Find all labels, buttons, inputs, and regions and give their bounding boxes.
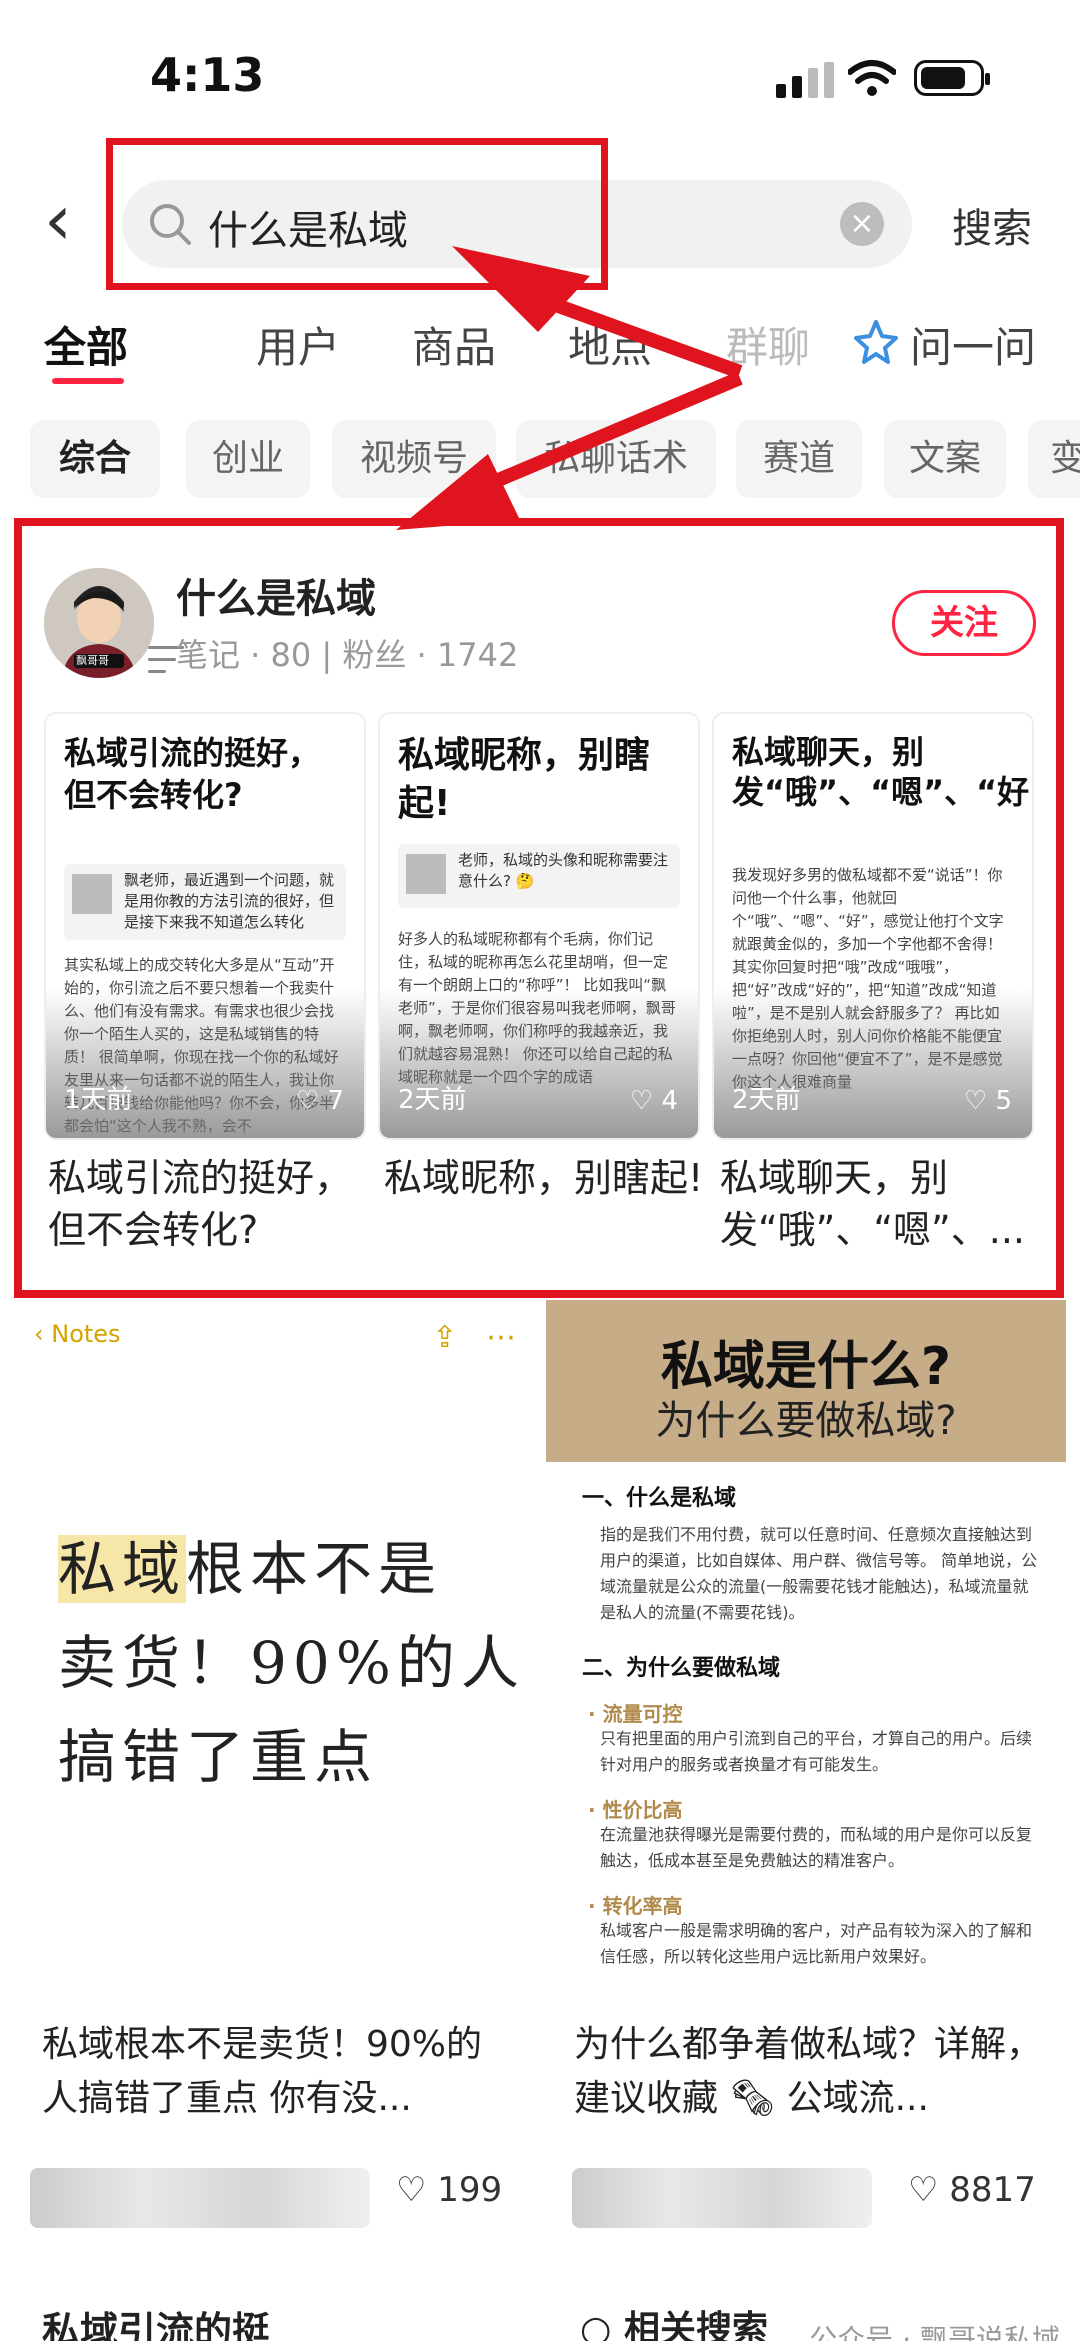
chevron-left-icon: ‹: [34, 1320, 52, 1348]
clock: 4:13: [150, 48, 265, 102]
bullet-label: · 流量可控: [588, 1702, 683, 1726]
cover-subtitle: 为什么要做私域?: [655, 1398, 957, 1444]
bullet-label: · 性价比高: [588, 1798, 683, 1822]
related-search[interactable]: ○ 相关搜索: [580, 2300, 768, 2341]
share-icon: ⇪: [432, 1320, 458, 1355]
cellular-signal-icon: [776, 62, 836, 98]
handwriting-line: 私域根本不是: [58, 1522, 442, 1606]
tab-users[interactable]: 用户: [256, 314, 340, 375]
chip-comprehensive[interactable]: 综合: [30, 420, 160, 498]
wifi-icon: [848, 60, 896, 96]
watermark: 公众号 · 飘哥说私域: [809, 2323, 1060, 2341]
handwriting-rest: 根本不是: [186, 1535, 443, 1603]
active-tab-indicator: [52, 378, 124, 384]
tab-all[interactable]: 全部: [44, 314, 128, 375]
handwriting-line: 卖货！90%的人: [58, 1629, 525, 1697]
feed-title[interactable]: 为什么都争着做私域？详解，建议收藏 🗞 公域流...: [574, 2018, 1044, 2126]
search-icon: ○: [580, 2309, 624, 2341]
bullet-text: 私域客户一般是需求明确的客户，对产品有较为深入的了解和信任感，所以转化这些用户远…: [600, 1921, 1033, 1966]
annotation-box-search: [106, 138, 608, 290]
battery-icon: [914, 60, 990, 96]
chip-video[interactable]: 视频号: [332, 420, 496, 498]
section-heading: 二、为什么要做私域: [582, 1656, 781, 1681]
bullet-text: 在流量池获得曝光是需要付费的，而私域的用户是你可以反复触达，低成本甚至是免费触达…: [600, 1825, 1033, 1870]
heart-icon: ♡: [908, 2170, 950, 2210]
tab-places[interactable]: 地点: [568, 314, 652, 375]
chip-chat-script[interactable]: 私聊话术: [516, 420, 716, 498]
ask-star-icon: [854, 320, 898, 364]
handwriting-line: 搞错了重点: [58, 1723, 379, 1791]
tab-group-chat[interactable]: 群聊: [726, 314, 810, 375]
result-tabs: 全部 用户 商品 地点 群聊 问一问: [0, 314, 1080, 673]
bullet-label: · 转化率高: [588, 1894, 683, 1918]
bullet-text: 只有把里面的用户引流到自己的平台，才算自己的用户。后续针对用户的服务或者换量才有…: [600, 1729, 1033, 1774]
feed-card[interactable]: 私域是什么? 为什么要做私域? 一、什么是私域 指的是我们不用付费，就可以任意时…: [546, 1300, 1066, 2012]
notes-app-label: Notes: [51, 1320, 121, 1348]
annotation-box-user-card: [14, 518, 1064, 1298]
notes-toolbar: ⇪ ⋯: [432, 1320, 516, 1355]
chip-startup[interactable]: 创业: [186, 420, 310, 498]
search-button[interactable]: 搜索: [952, 196, 1032, 254]
bullet-label-text: 性价比高: [602, 1798, 683, 1822]
clear-icon[interactable]: ×: [840, 202, 884, 246]
search-results-screen: 4:13 ‹ 什么是私域 × 搜索 全部 用户 商品 地点 群聊 问一问 综合 …: [0, 0, 1080, 2341]
feed-likes-count: 199: [437, 2170, 503, 2210]
chip-more[interactable]: 变: [1028, 420, 1080, 498]
feed-likes-count: 8817: [949, 2170, 1036, 2210]
highlighted-word: 私域: [58, 1535, 187, 1603]
bullet-label-text: 转化率高: [602, 1894, 683, 1918]
related-search-label: 相关搜索: [623, 2309, 768, 2341]
more-icon: ⋯: [486, 1320, 516, 1355]
heart-icon: ♡: [396, 2170, 438, 2210]
chip-track[interactable]: 赛道: [736, 420, 862, 498]
cover-header: 私域是什么? 为什么要做私域?: [546, 1300, 1066, 1462]
feed-title: 私域根本不是卖货！90%的人搞错了重点 你有没...: [42, 2024, 483, 2119]
tab-ask[interactable]: 问一问: [910, 314, 1036, 375]
feed-likes[interactable]: ♡ 8817: [908, 2170, 1036, 2210]
bullet-label-text: 流量可控: [602, 1702, 683, 1726]
notes-app-bar: ‹ Notes: [34, 1320, 121, 1348]
next-card-title[interactable]: 私域引流的挺: [42, 2300, 270, 2341]
author-blurred: [30, 2168, 370, 2228]
author-blurred: [572, 2168, 872, 2228]
section-heading: 一、什么是私域: [582, 1486, 737, 1511]
tab-products[interactable]: 商品: [412, 314, 496, 375]
back-chevron-icon[interactable]: ‹: [44, 185, 84, 260]
feed-card[interactable]: ‹ Notes ⇪ ⋯ 私域根本不是 卖货！90%的人 搞错了重点 私域根本不是…: [14, 1300, 532, 2119]
chip-copywriting[interactable]: 文案: [884, 420, 1006, 498]
filter-chips: 综合 创业 视频号 私聊话术 赛道 文案 变: [0, 420, 1080, 500]
status-bar: 4:13: [0, 0, 1080, 150]
section-text: 指的是我们不用付费，就可以任意时间、任意频次直接触达到用户的渠道，比如自媒体、用…: [600, 1525, 1038, 1622]
feed-likes[interactable]: ♡ 199: [396, 2170, 502, 2210]
